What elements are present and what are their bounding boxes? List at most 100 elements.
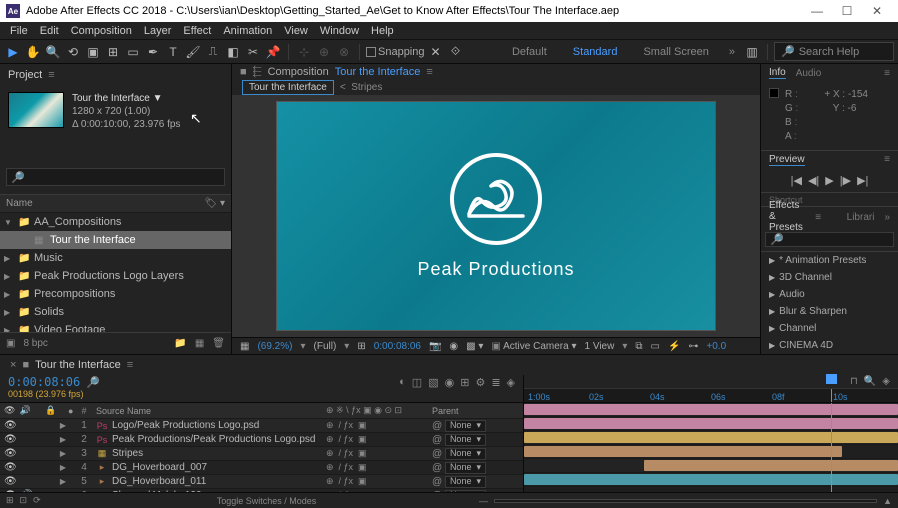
menu-view[interactable]: View <box>278 25 314 37</box>
timeline-tab[interactable]: Tour the Interface <box>35 359 121 371</box>
delete-icon[interactable]: 🗑 <box>212 338 225 349</box>
menu-composition[interactable]: Composition <box>65 25 138 37</box>
layer-bar[interactable] <box>644 460 898 471</box>
comp-thumbnail[interactable] <box>8 92 64 128</box>
last-frame-button[interactable]: ▶| <box>857 174 868 187</box>
stamp-tool[interactable]: ⎍ <box>204 43 222 61</box>
snap-opt-icon[interactable]: ✕ <box>427 43 445 61</box>
minimize-button[interactable]: — <box>802 4 832 18</box>
shy-icon[interactable]: ◐ <box>399 376 406 388</box>
viewer-time[interactable]: 0:00:08:06 <box>374 341 421 352</box>
world-axis-icon[interactable]: ⊕ <box>315 43 333 61</box>
layer-bar[interactable] <box>524 446 842 457</box>
parent-dropdown[interactable]: None ▾ <box>445 462 486 474</box>
project-item[interactable]: ▶📁Peak Productions Logo Layers <box>0 267 231 285</box>
layer-row[interactable]: 👁▶1PsLogo/Peak Productions Logo.psd⊕ / ƒ… <box>0 419 523 433</box>
snap-opt2-icon[interactable]: ⟐ <box>447 43 465 61</box>
pen-tool[interactable]: ✒ <box>144 43 162 61</box>
project-search-input[interactable]: 🔎 <box>6 168 225 186</box>
parent-dropdown[interactable]: None ▾ <box>445 434 486 446</box>
menu-layer[interactable]: Layer <box>138 25 178 37</box>
fx-category[interactable]: ▶Channel <box>761 320 898 337</box>
workspace-default[interactable]: Default <box>500 46 559 58</box>
selection-tool[interactable]: ▶ <box>4 43 22 61</box>
roto-tool[interactable]: ✂ <box>244 43 262 61</box>
markers-icon[interactable]: ◈ <box>507 376 515 389</box>
timeline-search-icon[interactable]: 🔎 <box>86 376 100 389</box>
camera-tool[interactable]: ▣ <box>84 43 102 61</box>
snapping-checkbox[interactable] <box>366 47 376 57</box>
composition-viewer[interactable]: Peak Productions <box>232 95 760 337</box>
fx-category[interactable]: ▶* Animation Presets <box>761 252 898 269</box>
graph-editor-icon[interactable]: ⊞ <box>460 376 469 389</box>
libraries-tab[interactable]: Librari <box>847 212 875 223</box>
snap-icon[interactable]: ⊓ <box>850 376 858 387</box>
help-search-input[interactable]: 🔎Search Help <box>774 42 894 61</box>
menu-window[interactable]: Window <box>314 25 365 37</box>
frameblend-icon[interactable]: ▧ <box>428 376 438 389</box>
prev-frame-button[interactable]: ◀| <box>808 174 819 187</box>
workspace-overflow-icon[interactable]: » <box>723 46 741 58</box>
puppet-tool[interactable]: 📌 <box>264 43 282 61</box>
effects-search-input[interactable]: 🔎 <box>765 232 894 247</box>
comp-tab-active[interactable]: Tour the Interface <box>335 66 421 78</box>
layer-bar[interactable] <box>524 474 898 485</box>
layer-row[interactable]: 👁▶2PsPeak Productions/Peak Productions L… <box>0 433 523 447</box>
transparency-icon[interactable]: ▩ ▾ <box>466 341 483 352</box>
fx-category[interactable]: ▶CINEMA 4D <box>761 337 898 354</box>
grid-icon[interactable]: ⊞ <box>357 341 365 352</box>
menu-animation[interactable]: Animation <box>217 25 278 37</box>
camera-dropdown[interactable]: ▣ Active Camera ▾ <box>491 341 576 352</box>
menu-edit[interactable]: Edit <box>34 25 65 37</box>
exposure-value[interactable]: +0.0 <box>706 341 726 352</box>
menu-file[interactable]: File <box>4 25 34 37</box>
source-name-header[interactable]: Source Name <box>92 406 322 416</box>
parent-dropdown[interactable]: None ▾ <box>445 476 486 488</box>
flowchart-active[interactable]: Tour the Interface <box>242 80 334 95</box>
zoom-out-tl-icon[interactable]: — <box>479 496 488 506</box>
workspace-standard[interactable]: Standard <box>561 46 630 58</box>
fast-preview-icon[interactable]: ⚡ <box>668 341 680 352</box>
layer-view-icon[interactable]: ■ <box>240 66 247 78</box>
new-folder-icon[interactable]: 📁 <box>174 338 186 349</box>
play-button[interactable]: ▶ <box>825 174 833 187</box>
project-tab[interactable]: Project <box>8 69 42 81</box>
timeline-menu-icon[interactable]: ≡ <box>127 359 133 371</box>
toggle-switches-button[interactable]: Toggle Switches / Modes <box>60 496 473 506</box>
time-ruler[interactable]: 1:00s02s04s06s08f10s <box>524 388 898 402</box>
draft3d-icon[interactable]: ◫ <box>412 376 422 389</box>
zoom-in-tl-icon[interactable]: ▲ <box>883 496 892 506</box>
first-frame-button[interactable]: |◀ <box>791 174 802 187</box>
zoom-in-icon[interactable]: 🔍 <box>864 376 876 387</box>
fx-category[interactable]: ▶3D Channel <box>761 269 898 286</box>
brush-tool[interactable]: 🖌 <box>184 43 202 61</box>
view-axis-icon[interactable]: ⊗ <box>335 43 353 61</box>
fx-category[interactable]: ▶Blur & Sharpen <box>761 303 898 320</box>
brain-icon[interactable]: ⚙ <box>475 376 485 389</box>
shy-btn[interactable]: ⟳ <box>33 495 41 506</box>
timeline-close-icon[interactable]: × <box>10 359 16 371</box>
viewer-mask-icon[interactable]: ▦ <box>240 341 249 352</box>
zoom-display[interactable]: (69.2%) <box>257 341 292 352</box>
parent-header[interactable]: Parent <box>432 406 512 416</box>
layer-bar[interactable] <box>524 404 898 415</box>
menu-help[interactable]: Help <box>365 25 400 37</box>
pan-behind-tool[interactable]: ⊞ <box>104 43 122 61</box>
audio-tab[interactable]: Audio <box>796 68 822 79</box>
project-item[interactable]: ▶📁Solids <box>0 303 231 321</box>
layer-bar[interactable] <box>524 418 898 429</box>
tags-header-icon[interactable]: 🏷 ▾ <box>205 198 226 209</box>
project-item[interactable]: ▼📁AA_Compositions <box>0 213 231 231</box>
comp-marker-icon[interactable]: ◈ <box>882 376 890 387</box>
fx-menu-icon[interactable]: ≡ <box>815 212 821 223</box>
orbit-tool[interactable]: ⟲ <box>64 43 82 61</box>
layer-bar[interactable] <box>524 432 898 443</box>
project-item[interactable]: ▶📁Video Footage <box>0 321 231 332</box>
name-column-header[interactable]: Name <box>6 198 33 209</box>
comp-panel-menu-icon[interactable]: ≡ <box>426 66 432 78</box>
eraser-tool[interactable]: ◧ <box>224 43 242 61</box>
local-axis-icon[interactable]: ⊹ <box>295 43 313 61</box>
layer-row[interactable]: 👁▶4▸DG_Hoverboard_007⊕ / ƒx ▣@ None ▾ <box>0 461 523 475</box>
info-menu-icon[interactable]: ≡ <box>884 68 890 79</box>
channel-icon[interactable]: ◉ <box>449 341 458 352</box>
